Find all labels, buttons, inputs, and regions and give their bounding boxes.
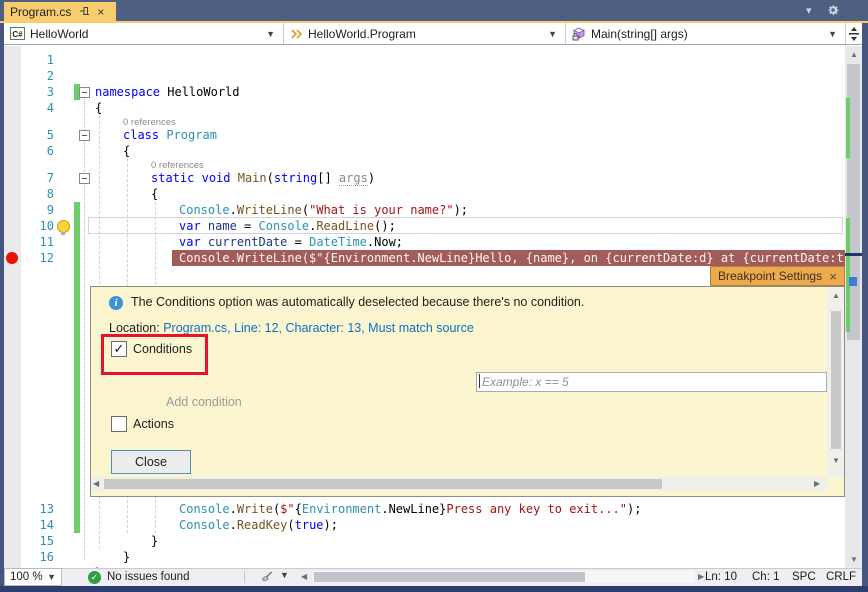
breakpoint-settings-title: Breakpoint Settings [718,269,822,283]
scroll-right-icon[interactable]: ▶ [698,572,704,582]
line-number: 16 [22,549,54,565]
info-message: The Conditions option was automatically … [131,295,584,309]
code-line[interactable]: var name = Console.ReadLine(); [179,218,845,234]
scroll-right-icon[interactable]: ▶ [814,479,820,489]
line-number: 6 [22,143,54,159]
condition-expression-input[interactable] [476,372,827,392]
code-line[interactable]: { [95,100,845,116]
line-number: 13 [22,501,54,517]
line-number: 12 [22,250,54,266]
location-link[interactable]: Program.cs, Line: 12, Character: 13, Mus… [163,321,474,335]
line-number: 11 [22,234,54,250]
code-line[interactable]: Console.ReadKey(true); [179,517,845,533]
lightbulb-icon[interactable] [57,220,70,233]
zoom-dropdown[interactable]: 100 % ▼ [4,568,62,586]
text-caret [479,374,480,388]
scrollbar-mark [849,277,857,286]
code-line[interactable]: namespace HelloWorld [95,84,845,100]
window-border [0,23,4,586]
line-number: 3 [22,84,54,100]
code-line[interactable]: } [151,533,845,549]
peek-vscroll-thumb[interactable] [831,311,841,449]
line-number: 1 [22,52,54,68]
chevron-down-icon: ▼ [47,572,56,582]
line-number: 4 [22,100,54,116]
scroll-up-icon[interactable]: ▲ [832,291,840,301]
line-number: 5 [22,127,54,143]
code-line[interactable]: } [123,549,845,565]
breakpoint-settings-tab[interactable]: Breakpoint Settings × [710,266,845,286]
peek-hscroll-thumb[interactable] [104,479,662,489]
scroll-up-icon[interactable]: ▲ [850,50,858,60]
location-line: Location: Program.cs, Line: 12, Characte… [109,321,474,335]
fold-toggle[interactable] [79,87,90,98]
line-number: 8 [22,186,54,202]
scrollbar-change-mark [846,218,850,332]
code-line[interactable]: Console.WriteLine($"{Environment.NewLine… [179,250,845,266]
separator [244,571,245,583]
column-indicator[interactable]: Ch: 1 [752,568,780,586]
actions-label: Actions [133,417,174,431]
line-number: 14 [22,517,54,533]
scroll-down-icon[interactable]: ▼ [850,555,858,565]
line-number: 2 [22,68,54,84]
scrollbar-change-mark [846,98,850,158]
vs-window: Program.cs × ▾ C# HelloWorld ▼ HelloWorl… [0,0,868,592]
zoom-value: 100 % [10,571,43,583]
line-number: 9 [22,202,54,218]
code-line[interactable]: Console.Write($"{Environment.NewLine}Pre… [179,501,845,517]
no-issues-icon: ✓ [88,571,101,584]
line-number: 10 [22,218,54,234]
actions-checkbox[interactable] [111,416,127,432]
code-line[interactable]: static void Main(string[] args) [151,170,845,186]
location-label: Location: [109,321,160,335]
close-icon[interactable]: × [829,269,837,284]
line-indicator[interactable]: Ln: 10 [705,568,737,586]
fold-toggle[interactable] [79,130,90,141]
code-line[interactable]: var currentDate = DateTime.Now; [179,234,845,250]
breakpoint-settings-panel: i The Conditions option was automaticall… [90,286,845,497]
issues-status[interactable]: No issues found [107,568,189,586]
window-border [862,23,868,586]
code-line[interactable]: Console.WriteLine("What is your name?"); [179,202,845,218]
change-bar [74,202,80,533]
fold-toggle[interactable] [79,173,90,184]
outlining-line [84,95,85,560]
close-button[interactable]: Close [111,450,191,474]
line-ending-indicator[interactable]: CRLF [826,568,856,586]
chevron-down-icon[interactable]: ▼ [280,570,289,580]
scrollbar-caret-mark [845,253,862,256]
info-icon: i [109,296,123,310]
red-annotation-box [101,334,208,375]
breakpoint-glyph[interactable] [6,252,18,264]
line-number: 15 [22,533,54,549]
line-number: 7 [22,170,54,186]
status-bar [0,586,868,592]
scroll-down-icon[interactable]: ▼ [832,456,840,466]
code-line[interactable]: { [151,186,845,202]
code-line[interactable]: class Program [123,127,845,143]
scroll-left-icon[interactable]: ◀ [301,572,307,582]
scroll-left-icon[interactable]: ◀ [93,479,99,489]
add-condition-link[interactable]: Add condition [166,395,242,409]
editor-hscroll-thumb[interactable] [314,572,585,582]
spaces-indicator[interactable]: SPC [792,568,816,586]
code-line[interactable]: { [123,143,845,159]
